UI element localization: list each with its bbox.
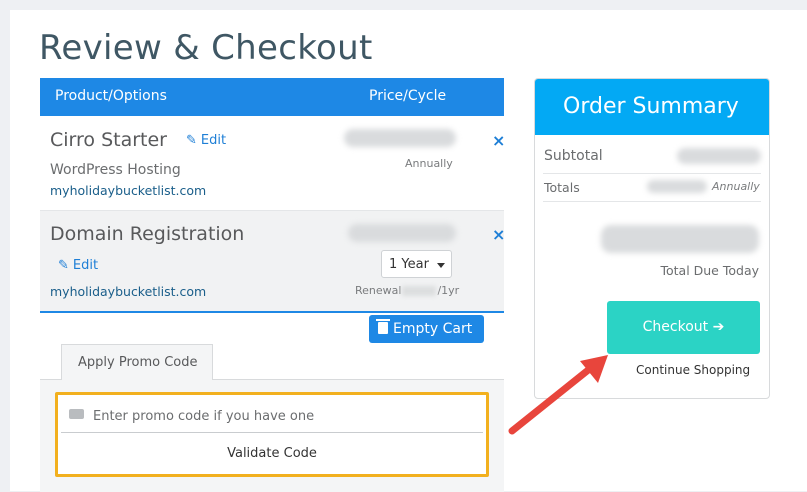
subtotal-redacted [677, 148, 761, 164]
tab-apply-promo[interactable]: Apply Promo Code [61, 344, 213, 380]
chevron-down-icon [437, 263, 445, 268]
divider [543, 201, 761, 202]
term-select[interactable]: 1 Year [381, 250, 452, 278]
pencil-icon: ✎ [186, 133, 197, 148]
ticket-icon [69, 409, 84, 419]
product-domain: myholidaybucketlist.com [50, 284, 207, 299]
price-redacted [344, 129, 456, 147]
total-due-redacted [601, 225, 759, 253]
edit-label: Edit [72, 258, 99, 273]
edit-product-link[interactable]: ✎ Edit [58, 258, 98, 273]
empty-cart-button[interactable]: Empty Cart [369, 315, 484, 343]
promo-code-input[interactable] [91, 405, 475, 427]
cart-item-hosting: Cirro Starter ✎ Edit WordPress Hosting my… [40, 117, 505, 211]
renewal-label: Renewal [355, 284, 402, 297]
total-due-label: Total Due Today [660, 263, 759, 278]
promo-code-field [61, 398, 483, 433]
billing-cycle: Annually [405, 157, 453, 170]
validate-code-button[interactable]: Validate Code [61, 436, 483, 471]
tab-label: Apply Promo Code [78, 355, 198, 370]
renewal-term: /1yr [437, 284, 460, 297]
renewal-price: Renewal/1yr [355, 284, 459, 297]
order-summary-title: Order Summary [563, 94, 739, 119]
cart-item-domain: Domain Registration ✎ Edit myholidaybucke… [40, 211, 505, 313]
column-header-product: Product/Options [55, 88, 167, 104]
renewal-price-redacted [402, 286, 437, 296]
price-redacted [348, 224, 456, 242]
divider [543, 173, 761, 174]
term-select-value: 1 Year [389, 257, 429, 272]
close-icon[interactable]: × [492, 131, 505, 150]
totals-label: Totals [544, 180, 580, 195]
product-group: WordPress Hosting [50, 162, 181, 178]
edit-product-link[interactable]: ✎ Edit [186, 133, 226, 148]
subtotal-label: Subtotal [544, 148, 603, 164]
product-domain: myholidaybucketlist.com [50, 183, 207, 198]
totals-redacted [647, 180, 707, 193]
annotation-arrow-icon [508, 355, 608, 435]
product-name: Cirro Starter [50, 129, 167, 151]
cart-table-header: Product/Options Price/Cycle [40, 78, 504, 116]
promo-highlight-box: Validate Code [55, 392, 489, 477]
order-summary-header: Order Summary [535, 79, 769, 135]
page-title: Review & Checkout [39, 28, 373, 68]
edit-label: Edit [200, 133, 227, 148]
product-name: Domain Registration [50, 223, 245, 245]
continue-shopping-link[interactable]: Continue Shopping [636, 363, 750, 377]
close-icon[interactable]: × [492, 225, 505, 244]
checkout-button[interactable]: Checkout ➔ [607, 301, 760, 354]
totals-cycle: Annually [712, 180, 760, 193]
trash-icon [376, 319, 390, 334]
column-header-price: Price/Cycle [369, 88, 447, 104]
empty-cart-label: Empty Cart [393, 321, 473, 337]
pencil-icon: ✎ [58, 258, 69, 273]
